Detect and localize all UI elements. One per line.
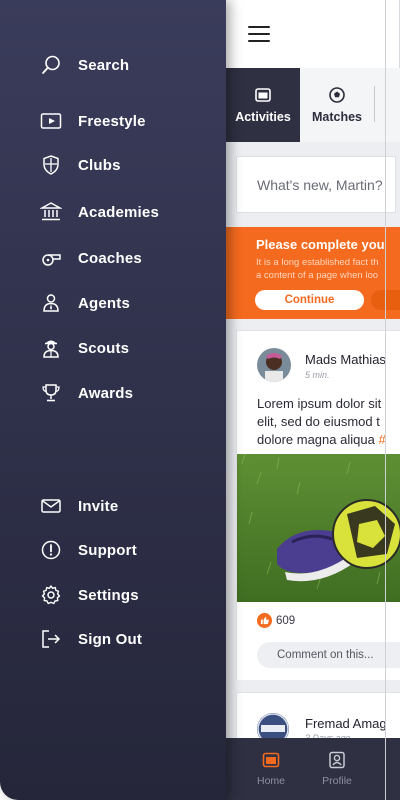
menu-item-label: Coaches <box>78 249 142 267</box>
menu-item-settings[interactable]: Settings <box>40 581 210 609</box>
nav-home[interactable]: Home <box>236 738 306 800</box>
continue-button[interactable]: Continue <box>255 290 364 310</box>
menu-item-sign-out[interactable]: Sign Out <box>40 625 210 653</box>
menu-item-label: Scouts <box>78 339 130 357</box>
menu-icon[interactable] <box>248 26 270 42</box>
post-text-segment: dolore magna aliqua <box>257 432 375 447</box>
ball-icon <box>329 87 345 103</box>
trophy-icon <box>40 382 62 404</box>
menu-item-label: Agents <box>78 294 131 312</box>
menu-item-agents[interactable]: Agents <box>40 289 210 317</box>
search-icon <box>40 54 62 76</box>
tab-label: Matches <box>311 110 363 124</box>
menu-item-label: Invite <box>78 497 119 515</box>
play-icon <box>40 110 62 132</box>
comment-placeholder: Comment on this... <box>277 649 374 661</box>
menu-item-scouts[interactable]: Scouts <box>40 334 210 362</box>
building-icon <box>40 201 62 223</box>
post-text-line: dolore magna aliqua # <box>257 431 400 449</box>
menu-item-awards[interactable]: Awards <box>40 379 210 407</box>
tab-matches[interactable]: Matches <box>300 68 374 142</box>
profile-icon <box>329 751 345 769</box>
menu-item-label: Support <box>78 541 137 559</box>
menu-item-coaches[interactable]: Coaches <box>40 244 210 272</box>
shield-icon <box>40 154 62 176</box>
tab-bar: Activities Matches <box>226 68 400 142</box>
menu-item-label: Settings <box>78 586 139 604</box>
menu-item-search[interactable]: Search <box>40 51 210 79</box>
comment-input[interactable]: Comment on this... <box>257 642 400 668</box>
mail-icon <box>40 495 62 517</box>
post-author[interactable]: Mads Mathias <box>305 352 386 367</box>
tab-activities[interactable]: Activities <box>226 68 300 142</box>
banner-title: Please complete you <box>256 237 385 252</box>
menu-item-label: Search <box>78 56 130 74</box>
profile-completion-banner: Please complete you It is a long establi… <box>226 227 400 319</box>
post-text-line: Lorem ipsum dolor sit <box>257 396 382 411</box>
thumbs-up-icon <box>257 613 272 628</box>
post-text: Lorem ipsum dolor sit elit, sed do eiusm… <box>257 395 400 449</box>
post-author[interactable]: Fremad Amag <box>305 716 387 731</box>
nav-label: Profile <box>322 775 352 787</box>
composer-placeholder: What's new, Martin? <box>257 176 383 193</box>
whistle-icon <box>40 247 62 269</box>
agent-icon <box>40 292 62 314</box>
menu-item-invite[interactable]: Invite <box>40 492 210 520</box>
top-bar <box>226 0 400 68</box>
app-screen: Activities Matches What's new, Martin? P… <box>0 0 400 800</box>
avatar[interactable] <box>257 348 291 382</box>
gear-icon <box>40 584 62 606</box>
nav-profile[interactable]: Profile <box>302 738 372 800</box>
post-time: 5 min. <box>305 370 330 380</box>
menu-item-clubs[interactable]: Clubs <box>40 151 210 179</box>
activities-icon <box>255 88 271 102</box>
post-photo[interactable] <box>237 454 400 602</box>
menu-item-academies[interactable]: Academies <box>40 198 210 226</box>
scout-icon <box>40 337 62 359</box>
nav-label: Home <box>256 775 285 787</box>
banner-text-line: a content of a page when loo <box>256 270 379 281</box>
like-count[interactable]: 609 <box>257 613 295 628</box>
side-drawer: Search Freestyle Clubs Academies Coaches <box>0 0 226 800</box>
like-number: 609 <box>276 614 296 627</box>
tab-label: Activities <box>235 110 291 124</box>
main-content: Activities Matches What's new, Martin? P… <box>226 0 400 800</box>
menu-item-label: Academies <box>78 203 160 221</box>
menu-item-label: Sign Out <box>78 630 143 648</box>
menu-item-freestyle[interactable]: Freestyle <box>40 107 210 135</box>
banner-text: It is a long established fact th a conte… <box>256 256 400 282</box>
sign-out-icon <box>40 628 62 650</box>
menu-item-label: Awards <box>78 384 134 402</box>
alert-icon <box>40 539 62 561</box>
menu-item-label: Clubs <box>78 156 121 174</box>
post-text-line: elit, sed do eiusmod t <box>257 414 380 429</box>
tab-divider <box>374 86 375 122</box>
bottom-navigation: Home Profile <box>226 738 400 800</box>
right-edge-divider <box>385 0 386 800</box>
menu-item-label: Freestyle <box>78 112 146 130</box>
status-composer-input[interactable]: What's new, Martin? <box>236 156 396 213</box>
home-icon <box>262 752 280 768</box>
menu-item-support[interactable]: Support <box>40 536 210 564</box>
feed-post: Mads Mathias 5 min. Lorem ipsum dolor si… <box>236 330 400 680</box>
banner-text-line: It is a long established fact th <box>256 257 379 268</box>
